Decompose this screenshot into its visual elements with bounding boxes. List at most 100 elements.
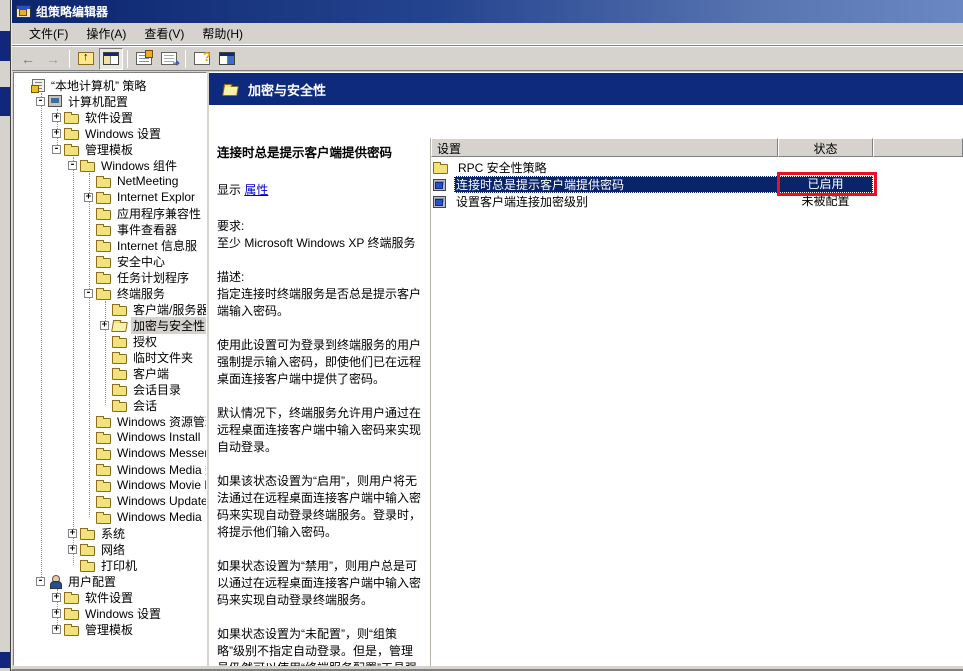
tree-item[interactable]: 客户端 — [14, 365, 206, 381]
tree-item-label: Windows Messeng — [115, 446, 207, 460]
expand-icon[interactable]: + — [52, 609, 61, 618]
status-cell: 未被配置 — [778, 193, 873, 210]
tree-item[interactable]: 事件查看器 — [14, 221, 206, 237]
collapse-icon[interactable]: - — [84, 289, 93, 298]
folder-icon — [112, 386, 127, 396]
tree-item[interactable]: 客户端/服务器 — [14, 301, 206, 317]
collapse-icon[interactable]: - — [68, 161, 77, 170]
folder-icon — [96, 178, 111, 188]
folder-icon — [112, 306, 127, 316]
column-header[interactable]: 设置 — [431, 138, 778, 157]
tree-item[interactable]: +Internet Explor — [14, 189, 206, 205]
expand-icon[interactable]: + — [68, 529, 77, 538]
expand-icon[interactable]: + — [84, 193, 93, 202]
tree-item[interactable]: 应用程序兼容性 — [14, 205, 206, 221]
back-button[interactable]: ← — [16, 48, 40, 70]
console-tree-panel[interactable]: “本地计算机” 策略-计算机配置+软件设置+Windows 设置-管理模板-Wi… — [13, 72, 207, 666]
collapse-icon[interactable]: - — [36, 97, 45, 106]
tree-item-label: 任务计划程序 — [115, 269, 191, 286]
column-header[interactable] — [873, 138, 963, 157]
export-list-button[interactable] — [157, 48, 181, 70]
tree-item[interactable]: Windows 资源管理 — [14, 413, 206, 429]
help-icon — [194, 52, 210, 65]
tree-item-label: 事件查看器 — [115, 221, 179, 238]
tree-item[interactable]: 授权 — [14, 333, 206, 349]
background-window-edge — [0, 0, 11, 671]
menu-item[interactable]: 帮助(H) — [193, 23, 252, 44]
results-panel: 加密与安全性 连接时总是提示客户端提供密码 显示 属性 要求: 至少 Micro… — [209, 72, 963, 666]
list-item[interactable]: 设置客户端连接加密级别未被配置 — [431, 193, 963, 210]
tree-item-label: Windows 组件 — [99, 157, 179, 174]
toolbar-separator — [185, 50, 186, 68]
tree-item[interactable]: +加密与安全性 — [14, 317, 206, 333]
up-one-level-button[interactable] — [74, 48, 98, 70]
tree-item[interactable]: +Windows 设置 — [14, 125, 206, 141]
tree-item[interactable]: +网络 — [14, 541, 206, 557]
tree-item[interactable]: +系统 — [14, 525, 206, 541]
tree-item[interactable]: Windows Media P — [14, 509, 206, 525]
show-taskpad-button[interactable] — [215, 48, 239, 70]
tree-item[interactable]: +管理模板 — [14, 621, 206, 637]
tree-item[interactable]: 安全中心 — [14, 253, 206, 269]
policy-setting-icon — [433, 179, 446, 191]
tree-item[interactable]: NetMeeting — [14, 173, 206, 189]
tree-item-label: 计算机配置 — [66, 93, 130, 110]
menu-item[interactable]: 查看(V) — [135, 23, 193, 44]
folder-icon — [96, 290, 111, 300]
forward-button[interactable]: → — [41, 48, 65, 70]
tree-item[interactable]: “本地计算机” 策略 — [14, 77, 206, 93]
help-button[interactable] — [190, 48, 214, 70]
tree-item-label: “本地计算机” 策略 — [49, 77, 148, 94]
background-window-fragment — [0, 87, 10, 116]
tree-item[interactable]: -管理模板 — [14, 141, 206, 157]
tree-item[interactable]: -终端服务 — [14, 285, 206, 301]
tree-item[interactable]: Windows Update — [14, 493, 206, 509]
expand-icon[interactable]: + — [52, 593, 61, 602]
tree-item-label: 软件设置 — [83, 589, 135, 606]
tree-item[interactable]: - Windows 组件 — [14, 157, 206, 173]
tree-item[interactable]: 会话 — [14, 397, 206, 413]
expand-icon[interactable]: + — [52, 113, 61, 122]
collapse-icon[interactable]: - — [36, 577, 45, 586]
tree-item[interactable]: Windows Install — [14, 429, 206, 445]
policy-title: 连接时总是提示客户端提供密码 — [217, 142, 423, 161]
title-bar[interactable]: 组策略编辑器 — [12, 0, 963, 23]
window-title: 组策略编辑器 — [36, 3, 108, 20]
expand-icon[interactable]: + — [100, 321, 109, 330]
properties-link[interactable]: 属性 — [244, 183, 268, 197]
expand-icon[interactable]: + — [52, 625, 61, 634]
collapse-icon[interactable]: - — [52, 145, 61, 154]
expand-icon[interactable]: + — [52, 129, 61, 138]
tree-item[interactable]: - 计算机配置 — [14, 93, 206, 109]
properties-button[interactable] — [132, 48, 156, 70]
tree-item[interactable]: 打印机 — [14, 557, 206, 573]
list-item[interactable]: RPC 安全性策略 — [431, 159, 963, 176]
tree-item[interactable]: 任务计划程序 — [14, 269, 206, 285]
tree-item[interactable]: Windows Movie M — [14, 477, 206, 493]
forward-icon: → — [46, 52, 60, 66]
export-list-icon — [161, 52, 177, 65]
menu-item[interactable]: 操作(A) — [77, 23, 135, 44]
list-item[interactable]: 连接时总是提示客户端提供密码已启用 — [431, 176, 963, 193]
tree-item[interactable]: Windows Media 数 — [14, 461, 206, 477]
settings-list-panel[interactable]: 设置状态 RPC 安全性策略连接时总是提示客户端提供密码已启用设置客户端连接加密… — [430, 138, 963, 666]
properties-icon — [136, 52, 152, 65]
expand-icon[interactable]: + — [68, 545, 77, 554]
tree-item-label: Windows Movie M — [115, 478, 207, 492]
tree-item[interactable]: 会话目录 — [14, 381, 206, 397]
column-header[interactable]: 状态 — [778, 138, 873, 157]
tree-item[interactable]: +软件设置 — [14, 109, 206, 125]
show-console-tree-button[interactable] — [99, 48, 123, 70]
folder-icon — [112, 402, 127, 412]
tree-item[interactable]: -用户配置 — [14, 573, 206, 589]
tree-item[interactable]: 临时文件夹 — [14, 349, 206, 365]
tree-item-label: NetMeeting — [115, 174, 180, 188]
main-area: “本地计算机” 策略-计算机配置+软件设置+Windows 设置-管理模板-Wi… — [12, 71, 963, 667]
menu-item[interactable]: 文件(F) — [20, 23, 77, 44]
folder-icon — [96, 482, 111, 492]
tree-item[interactable]: Internet 信息服 — [14, 237, 206, 253]
tree-item[interactable]: +Windows 设置 — [14, 605, 206, 621]
tree-item[interactable]: Windows Messeng — [14, 445, 206, 461]
folder-icon — [433, 164, 448, 174]
tree-item[interactable]: + 软件设置 — [14, 589, 206, 605]
